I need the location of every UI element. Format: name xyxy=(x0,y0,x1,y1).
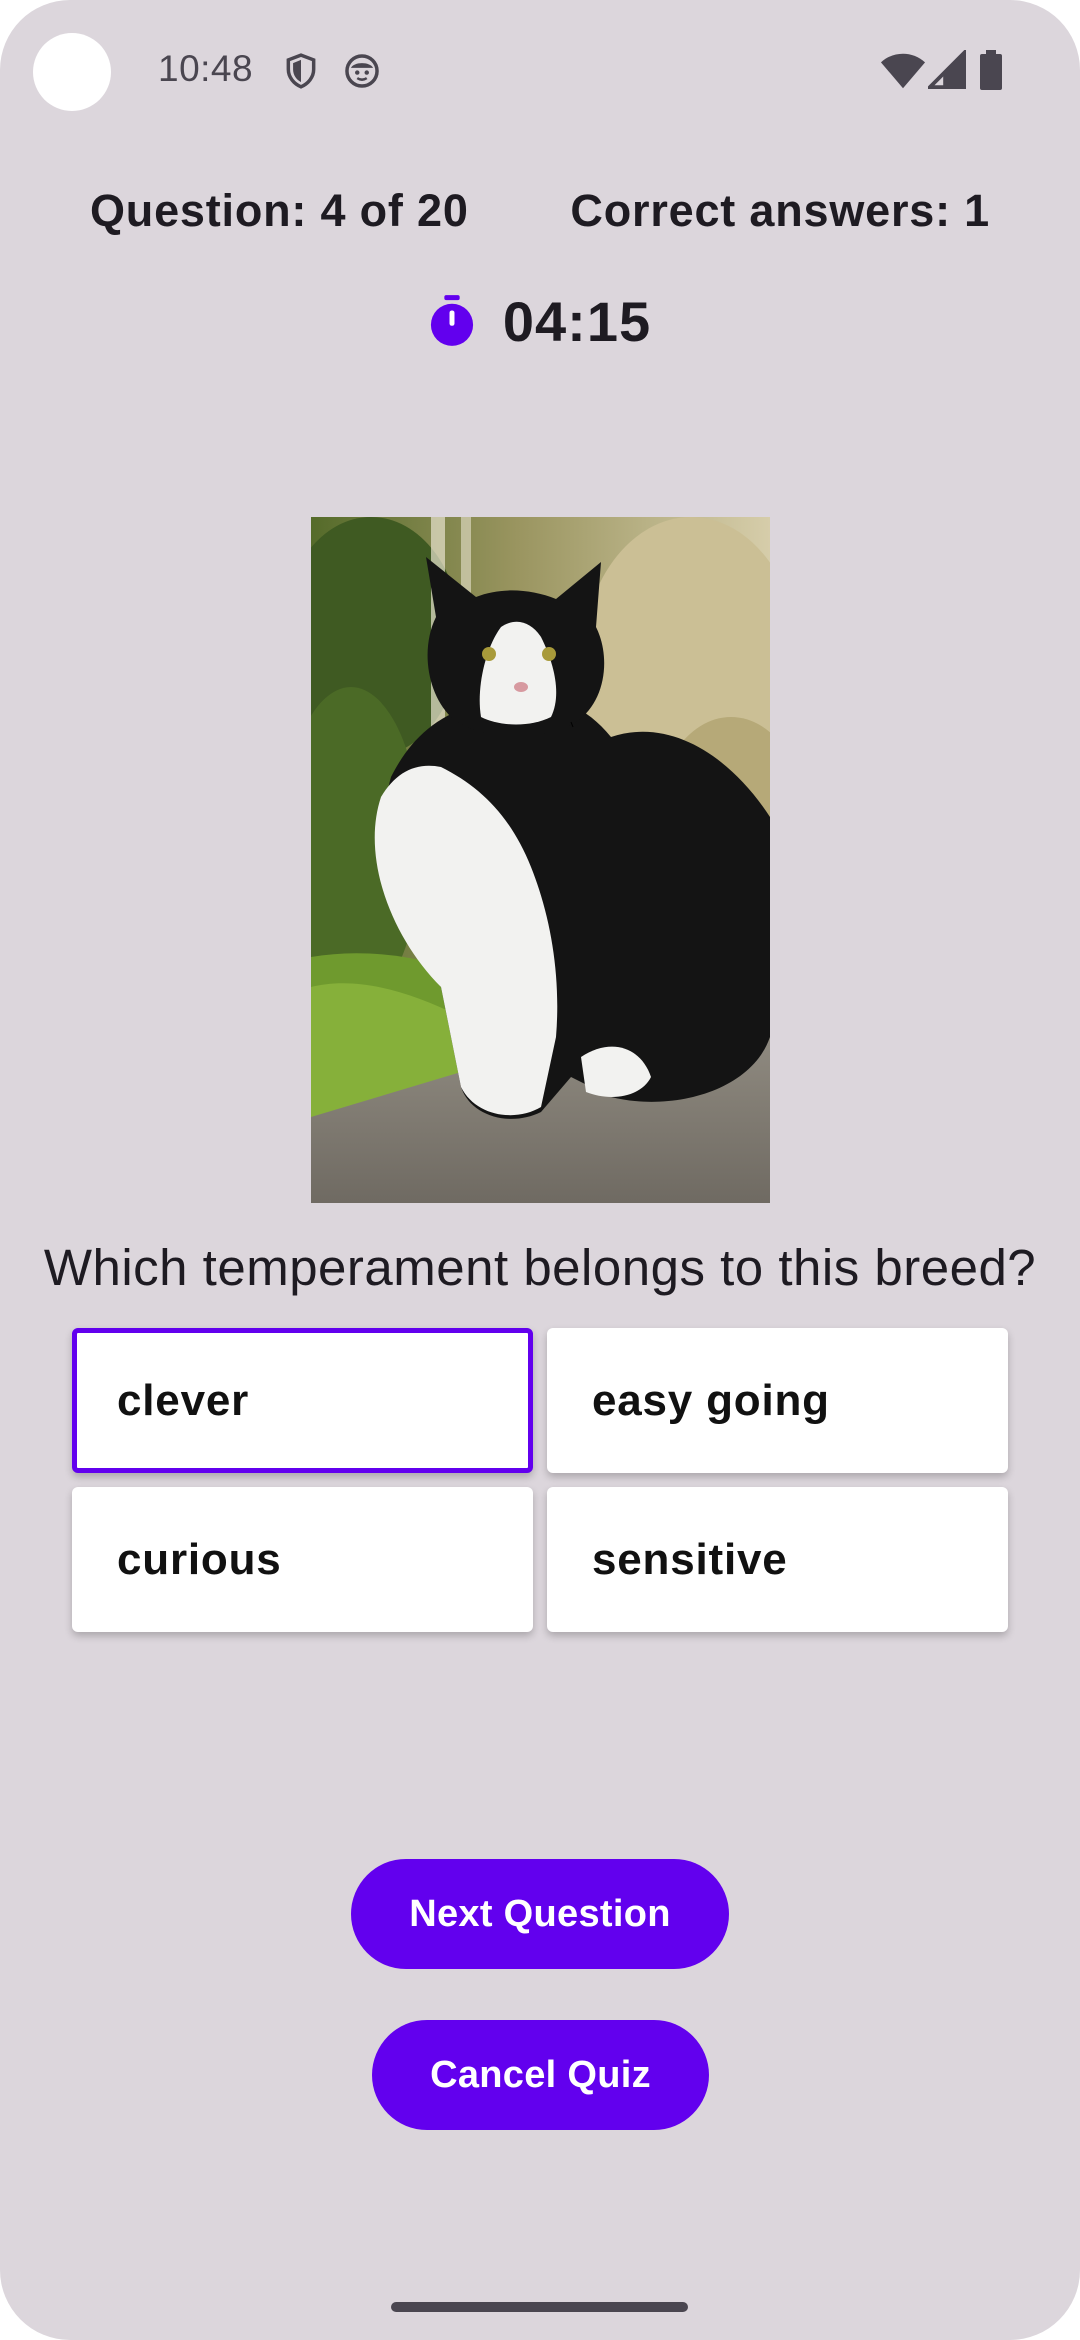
stopwatch-icon xyxy=(430,295,473,346)
timer: 04:15 xyxy=(0,289,1080,353)
answer-option-easy-going[interactable]: easy going xyxy=(547,1328,1008,1473)
app-screen: 10:48 Question: 4 of 20 Correct answers:… xyxy=(0,0,1080,2340)
shield-icon xyxy=(286,53,316,89)
battery-icon xyxy=(980,50,1002,90)
correct-answers-count: Correct answers: 1 xyxy=(570,185,990,236)
question-text: Which temperament belongs to this breed? xyxy=(43,1239,1037,1296)
answer-option-sensitive[interactable]: sensitive xyxy=(547,1487,1008,1632)
timer-value: 04:15 xyxy=(502,289,652,353)
cancel-quiz-button[interactable]: Cancel Quiz xyxy=(372,2020,709,2130)
wifi-icon xyxy=(880,53,926,89)
signal-icon xyxy=(928,50,966,89)
answer-option-curious[interactable]: curious xyxy=(72,1487,533,1632)
next-question-button[interactable]: Next Question xyxy=(351,1859,729,1969)
home-indicator[interactable] xyxy=(391,2302,688,2312)
status-time: 10:48 xyxy=(158,48,254,89)
breed-photo xyxy=(311,517,770,1203)
camera-cutout xyxy=(33,33,111,111)
answer-option-clever[interactable]: clever xyxy=(72,1328,533,1473)
face-icon xyxy=(345,54,379,88)
question-counter: Question: 4 of 20 xyxy=(90,185,469,236)
